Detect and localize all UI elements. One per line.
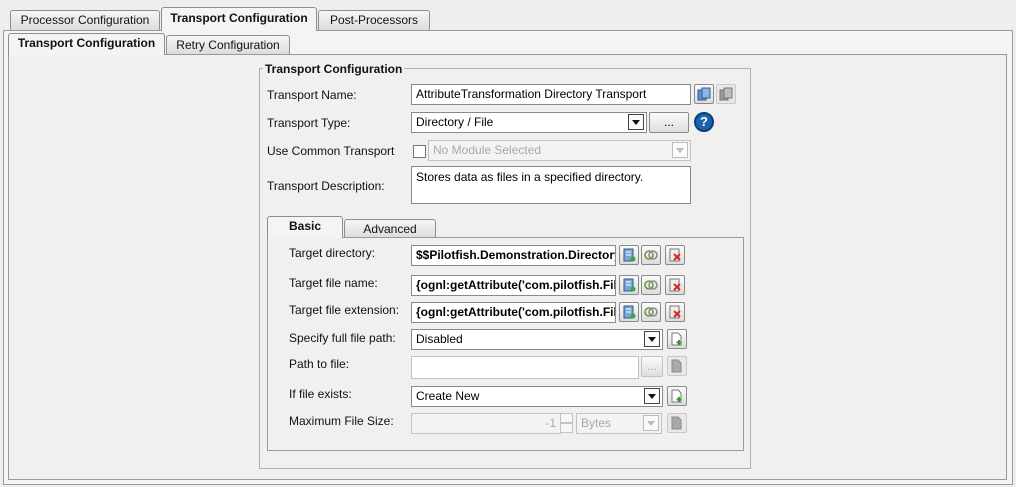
database-icon: [623, 305, 636, 319]
target-file-name-label: Target file name:: [289, 276, 378, 290]
chevron-down-icon: [643, 415, 659, 431]
tab-post-processors[interactable]: Post-Processors: [318, 10, 430, 30]
specify-full-path-select[interactable]: Disabled: [411, 329, 663, 350]
spin-up-icon[interactable]: [560, 413, 573, 423]
path-to-file-add-button[interactable]: [667, 356, 687, 376]
specify-full-path-add-button[interactable]: [667, 329, 687, 349]
target-file-name-insert-button[interactable]: [619, 275, 639, 295]
group-title: Transport Configuration: [263, 62, 405, 76]
target-file-extension-label: Target file extension:: [289, 303, 400, 317]
specify-full-path-value: Disabled: [416, 332, 463, 346]
target-file-extension-input[interactable]: {ognl:getAttribute('com.pilotfish.File: [411, 302, 616, 323]
subtab-transport-configuration[interactable]: Transport Configuration: [8, 33, 165, 55]
add-file-icon: [671, 332, 682, 346]
target-directory-insert-button[interactable]: [619, 245, 639, 265]
chevron-down-icon[interactable]: [644, 331, 660, 347]
copy-name-button[interactable]: [694, 84, 714, 104]
file-icon: [671, 359, 682, 373]
target-file-extension-clear-button[interactable]: [665, 302, 685, 322]
link-icon: [644, 280, 658, 290]
transport-name-input[interactable]: AttributeTransformation Directory Transp…: [411, 84, 691, 105]
path-to-file-input[interactable]: [411, 356, 639, 379]
path-to-file-label: Path to file:: [289, 357, 350, 371]
transport-type-value: Directory / File: [416, 115, 494, 129]
tab-basic[interactable]: Basic: [267, 216, 343, 238]
transport-type-select[interactable]: Directory / File: [411, 112, 647, 133]
maximum-file-size-label: Maximum File Size:: [289, 414, 394, 428]
target-file-extension-link-button[interactable]: [641, 302, 661, 322]
file-icon: [671, 416, 682, 430]
target-file-extension-insert-button[interactable]: [619, 302, 639, 322]
link-icon: [644, 250, 658, 260]
specify-full-path-label: Specify full file path:: [289, 331, 396, 345]
chevron-down-icon[interactable]: [628, 114, 644, 130]
subtab-retry-configuration[interactable]: Retry Configuration: [166, 35, 290, 54]
tab-transport-configuration[interactable]: Transport Configuration: [161, 7, 317, 31]
chevron-down-icon[interactable]: [644, 388, 660, 404]
delete-icon: [669, 305, 681, 319]
transport-description-textarea[interactable]: Stores data as files in a specified dire…: [411, 166, 691, 204]
help-icon[interactable]: ?: [694, 112, 714, 132]
database-icon: [623, 278, 636, 292]
maximum-file-size-input[interactable]: -1: [411, 413, 561, 434]
file-size-unit-value: Bytes: [581, 416, 612, 430]
transport-name-label: Transport Name:: [267, 88, 357, 102]
transport-type-browse-button[interactable]: ...: [649, 112, 689, 133]
if-file-exists-add-button[interactable]: [667, 386, 687, 406]
target-file-name-clear-button[interactable]: [665, 275, 685, 295]
use-common-transport-label: Use Common Transport: [267, 144, 395, 158]
maximum-file-size-add-button[interactable]: [667, 413, 687, 433]
target-directory-link-button[interactable]: [641, 245, 661, 265]
file-size-unit-select[interactable]: Bytes: [576, 413, 662, 434]
delete-icon: [669, 248, 681, 262]
if-file-exists-select[interactable]: Create New: [411, 386, 663, 407]
common-module-select[interactable]: No Module Selected: [428, 140, 691, 161]
delete-icon: [669, 278, 681, 292]
target-file-name-input[interactable]: {ognl:getAttribute('com.pilotfish.File: [411, 275, 616, 296]
chevron-down-icon: [672, 142, 688, 158]
target-directory-label: Target directory:: [289, 246, 376, 260]
spin-down-icon[interactable]: [560, 423, 573, 433]
copy-icon: [697, 87, 711, 101]
add-file-icon: [671, 389, 682, 403]
paste-icon: [719, 87, 733, 101]
transport-type-label: Transport Type:: [267, 116, 351, 130]
target-directory-input[interactable]: $$Pilotfish.Demonstration.Directory: [411, 245, 616, 266]
target-directory-clear-button[interactable]: [665, 245, 685, 265]
tab-processor-configuration[interactable]: Processor Configuration: [10, 10, 160, 30]
transport-description-label: Transport Description:: [267, 179, 385, 193]
use-common-transport-checkbox[interactable]: [413, 145, 426, 158]
link-icon: [644, 307, 658, 317]
if-file-exists-label: If file exists:: [289, 387, 352, 401]
target-file-name-link-button[interactable]: [641, 275, 661, 295]
database-icon: [623, 248, 636, 262]
if-file-exists-value: Create New: [416, 389, 480, 403]
path-to-file-browse-button[interactable]: ...: [641, 356, 663, 377]
tab-advanced[interactable]: Advanced: [344, 219, 436, 238]
common-module-value: No Module Selected: [433, 143, 542, 157]
paste-name-button[interactable]: [716, 84, 736, 104]
